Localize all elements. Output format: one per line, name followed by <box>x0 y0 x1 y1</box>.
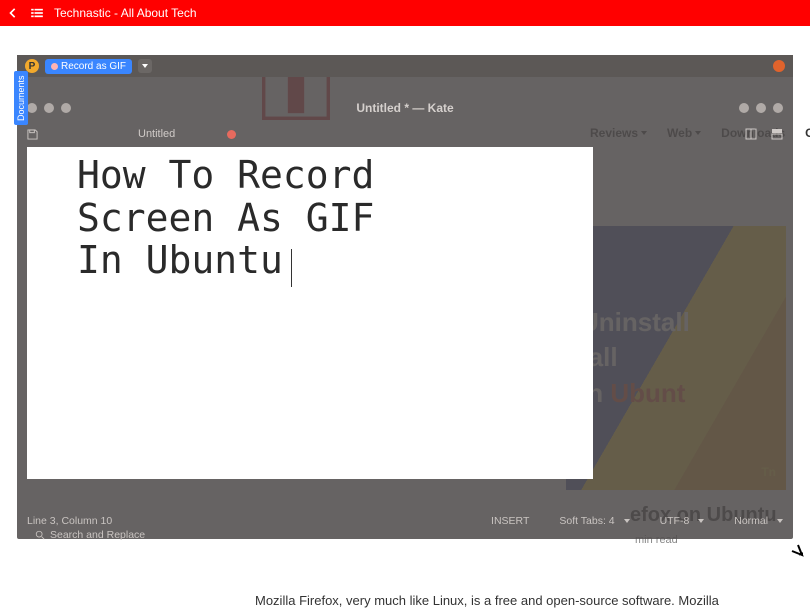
page-title: Technastic - All About Tech <box>54 6 197 20</box>
status-encoding[interactable]: UTF-8 <box>660 515 705 527</box>
editor-content[interactable]: How To Record Screen As GIF In Ubuntu <box>27 147 593 296</box>
split-horizontal-icon[interactable] <box>745 128 757 140</box>
browser-top-bar: Technastic - All About Tech <box>0 0 810 26</box>
status-bar: Line 3, Column 10 INSERT Soft Tabs: 4 UT… <box>27 515 783 527</box>
save-icon[interactable] <box>27 129 38 140</box>
close-button[interactable] <box>773 60 785 72</box>
traffic-light-max[interactable] <box>61 103 71 113</box>
record-button[interactable]: Record as GIF <box>45 59 132 74</box>
recorder-window: P Record as GIF 1136 x 708 Untitled * — … <box>17 55 793 539</box>
record-dot-icon <box>51 63 58 70</box>
status-softtabs[interactable]: Soft Tabs: 4 <box>559 515 629 527</box>
chevron-down-icon <box>624 519 630 523</box>
search-icon <box>35 530 45 540</box>
list-icon[interactable] <box>30 8 44 18</box>
document-tab[interactable]: Untitled <box>138 128 175 140</box>
kate-window: Untitled * — Kate Untitled <box>17 77 793 539</box>
kate-window-title: Untitled * — Kate <box>356 101 453 115</box>
record-label: Record as GIF <box>61 61 126 72</box>
chevron-down-icon <box>698 519 704 523</box>
status-syntax[interactable]: Normal <box>734 515 783 527</box>
search-replace-button[interactable]: Search and Replace <box>35 529 145 541</box>
documents-side-tab[interactable]: Documents <box>14 71 28 125</box>
record-dropdown[interactable] <box>138 59 152 73</box>
nav-contact[interactable]: Contac <box>805 126 810 140</box>
resize-handle-icon[interactable] <box>790 543 804 557</box>
back-icon[interactable] <box>6 6 20 20</box>
kate-titlebar[interactable]: Untitled * — Kate <box>27 97 783 119</box>
split-vertical-icon[interactable] <box>771 128 783 140</box>
kate-tabrow: Untitled <box>17 125 793 143</box>
status-cursor[interactable]: Line 3, Column 10 <box>27 515 112 527</box>
status-mode[interactable]: INSERT <box>491 515 529 527</box>
search-replace-label: Search and Replace <box>50 529 145 541</box>
recorder-titlebar[interactable]: P Record as GIF <box>17 55 793 77</box>
recorder-body: 1136 x 708 Untitled * — Kate <box>17 77 793 539</box>
traffic-light-close[interactable] <box>27 103 37 113</box>
traffic-light-min[interactable] <box>44 103 54 113</box>
window-controls-right[interactable] <box>739 103 783 113</box>
tab-close-icon[interactable] <box>227 130 236 139</box>
chevron-down-icon <box>777 519 783 523</box>
article-paragraph: Mozilla Firefox, very much like Linux, i… <box>255 593 719 608</box>
editor-area[interactable]: How To Record Screen As GIF In Ubuntu <box>27 147 593 479</box>
window-controls-left[interactable] <box>27 103 71 113</box>
